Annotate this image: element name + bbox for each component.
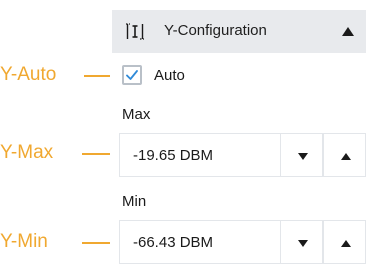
min-decrement-button[interactable] — [280, 220, 323, 264]
auto-label: Auto — [154, 67, 185, 84]
collapse-triangle-icon[interactable] — [342, 27, 354, 36]
y-axis-icon — [126, 23, 144, 40]
max-stepper — [119, 133, 366, 177]
min-stepper — [119, 220, 366, 264]
max-input[interactable] — [119, 133, 280, 177]
header-title: Y-Configuration — [164, 22, 267, 39]
y-configuration-header[interactable]: Y-Configuration — [112, 10, 366, 53]
min-label: Min — [122, 193, 147, 210]
checkmark-icon — [126, 70, 138, 80]
callout-y-max: Y-Max — [0, 142, 54, 163]
callout-y-auto-line — [84, 75, 110, 77]
callout-y-min-line — [82, 242, 110, 244]
arrow-down-icon — [298, 240, 308, 247]
max-label: Max — [122, 106, 151, 123]
max-decrement-button[interactable] — [280, 133, 323, 177]
auto-checkbox[interactable] — [122, 65, 142, 85]
arrow-down-icon — [298, 153, 308, 160]
min-increment-button[interactable] — [323, 220, 366, 264]
callout-y-max-line — [82, 153, 110, 155]
max-increment-button[interactable] — [323, 133, 366, 177]
min-input[interactable] — [119, 220, 280, 264]
callout-y-auto: Y-Auto — [0, 64, 57, 85]
callout-y-min: Y-Min — [0, 231, 48, 252]
arrow-up-icon — [341, 240, 351, 247]
arrow-up-icon — [341, 153, 351, 160]
